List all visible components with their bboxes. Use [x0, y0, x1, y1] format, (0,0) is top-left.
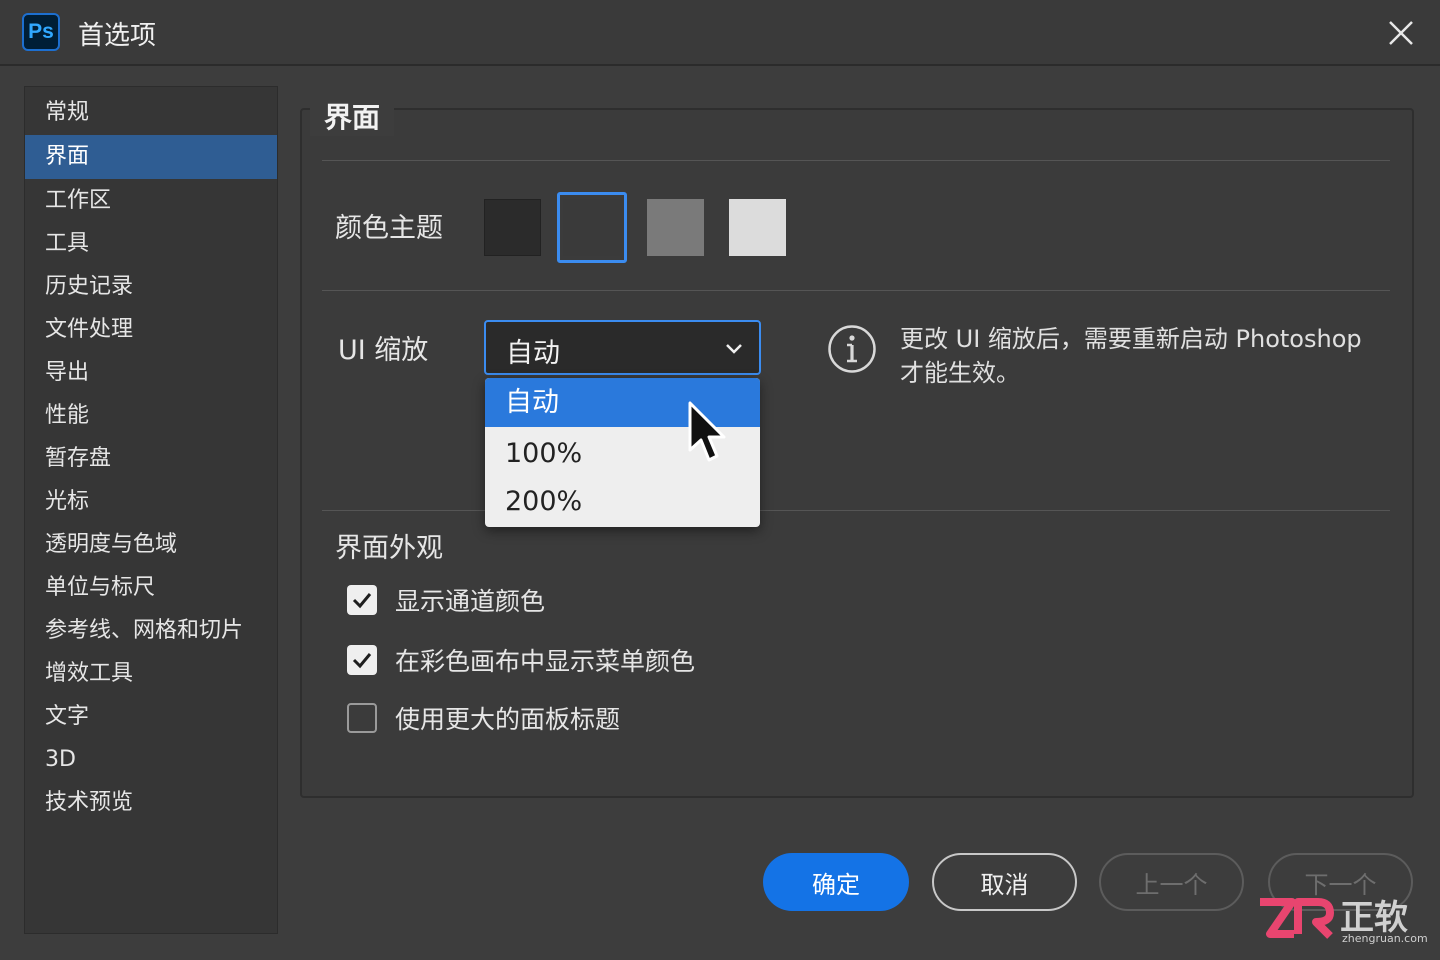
info-icon [828, 325, 876, 373]
larger-panel-titles-label: 使用更大的面板标题 [395, 705, 621, 734]
sidebar-item-file-handling[interactable]: 文件处理 [25, 308, 277, 352]
ui-scale-value: 自动 [506, 338, 560, 369]
theme-swatch-darkest[interactable] [484, 199, 541, 256]
divider [322, 510, 1390, 511]
sidebar-item-tools[interactable]: 工具 [25, 222, 277, 266]
show-channel-colors-label: 显示通道颜色 [395, 587, 546, 616]
sidebar-item-performance[interactable]: 性能 [25, 394, 277, 438]
cancel-button[interactable]: 取消 [932, 853, 1077, 911]
theme-swatch-light[interactable] [729, 199, 786, 256]
chevron-down-icon [726, 344, 742, 354]
sidebar-item-interface[interactable]: 界面 [25, 135, 277, 179]
interface-panel [300, 108, 1414, 798]
checkbox-show-channel-colors[interactable] [347, 585, 377, 615]
photoshop-logo: Ps [22, 13, 60, 51]
sidebar-item-3d[interactable]: 3D [25, 738, 277, 782]
checkbox-menu-colors[interactable] [347, 645, 377, 675]
dialog-title: 首选项 [78, 21, 157, 51]
ok-button[interactable]: 确定 [763, 853, 909, 911]
checkmark-icon [352, 593, 372, 609]
sidebar-item-transparency[interactable]: 透明度与色域 [25, 523, 277, 567]
theme-swatch-medium[interactable] [647, 199, 704, 256]
sidebar-item-history[interactable]: 历史记录 [25, 265, 277, 309]
zhengruan-watermark: 正软 zhengruan.com [1256, 890, 1432, 946]
divider [322, 290, 1390, 291]
zr-logo-icon [1260, 898, 1334, 939]
checkmark-icon [352, 653, 372, 669]
sidebar-item-general[interactable]: 常规 [25, 91, 277, 135]
restart-notice: 更改 UI 缩放后，需要重新启动 Photoshop 才能生效。 [900, 325, 1362, 387]
theme-swatch-dark[interactable] [563, 199, 620, 256]
appearance-label: 界面外观 [335, 533, 443, 564]
sidebar-item-workspace[interactable]: 工作区 [25, 179, 277, 223]
ui-scale-dropdown: 自动 100% 200% [485, 378, 760, 527]
ui-scale-select[interactable]: 自动 [484, 320, 761, 375]
title-bar: Ps 首选项 [0, 0, 1440, 66]
close-icon[interactable] [1384, 16, 1418, 50]
sidebar-item-tech-preview[interactable]: 技术预览 [25, 781, 277, 825]
preferences-sidebar: 常规 界面 工作区 工具 历史记录 文件处理 导出 性能 暂存盘 光标 透明度与… [24, 86, 278, 934]
sidebar-item-export[interactable]: 导出 [25, 351, 277, 395]
sidebar-item-cursors[interactable]: 光标 [25, 480, 277, 524]
sidebar-item-plugins[interactable]: 增效工具 [25, 652, 277, 696]
sidebar-item-guides-grid[interactable]: 参考线、网格和切片 [25, 609, 277, 653]
checkbox-larger-panel-titles[interactable] [347, 703, 377, 733]
ui-scale-label: UI 缩放 [338, 335, 429, 366]
sidebar-item-scratch-disks[interactable]: 暂存盘 [25, 437, 277, 481]
menu-colors-label: 在彩色画布中显示菜单颜色 [395, 647, 696, 676]
ui-scale-option-200[interactable]: 200% [485, 477, 760, 526]
color-theme-label: 颜色主题 [335, 213, 443, 244]
panel-title: 界面 [310, 96, 395, 136]
sidebar-item-units-rulers[interactable]: 单位与标尺 [25, 566, 277, 610]
watermark-url: zhengruan.com [1342, 932, 1428, 945]
divider [322, 160, 1390, 161]
sidebar-item-type[interactable]: 文字 [25, 695, 277, 739]
ui-scale-option-auto[interactable]: 自动 [485, 378, 760, 427]
previous-button[interactable]: 上一个 [1099, 853, 1244, 911]
ui-scale-option-100[interactable]: 100% [485, 429, 760, 478]
